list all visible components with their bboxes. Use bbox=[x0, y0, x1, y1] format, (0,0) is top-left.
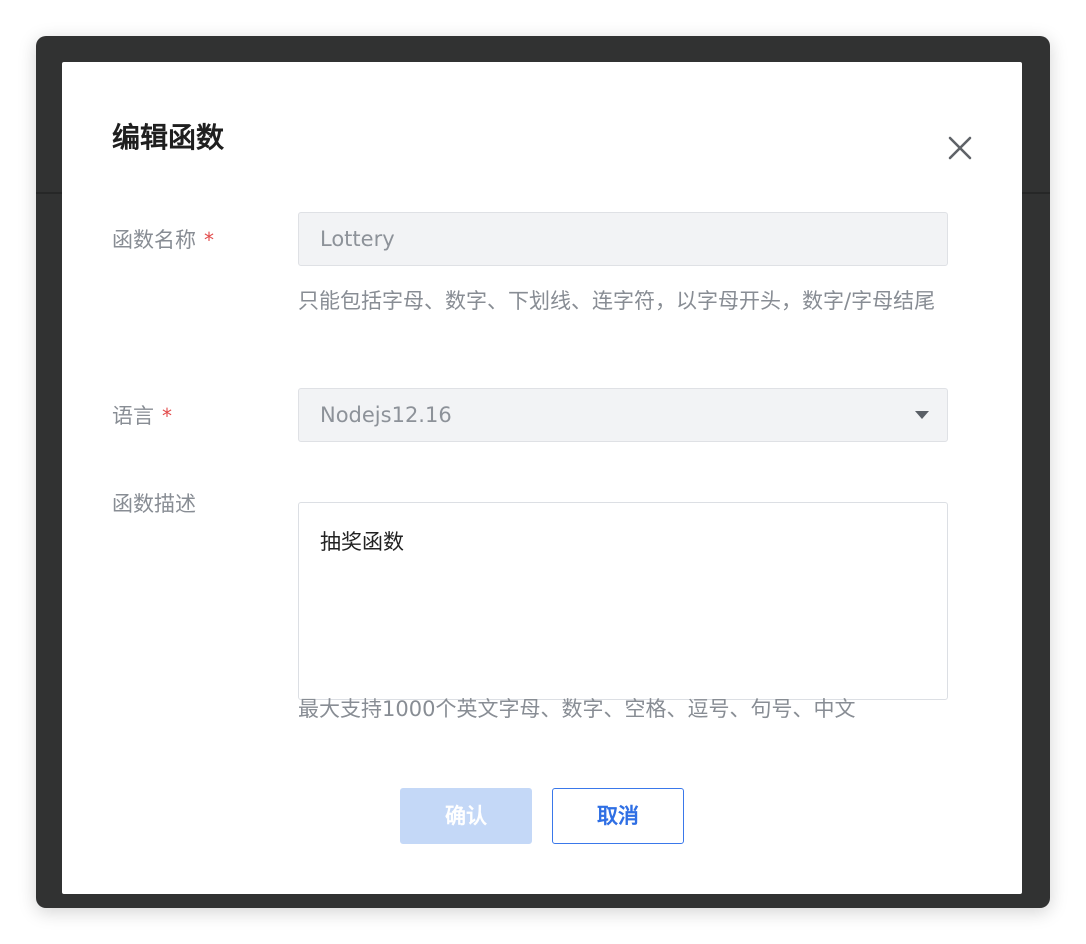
close-button[interactable] bbox=[940, 128, 980, 168]
caret-down-icon bbox=[915, 411, 929, 419]
description-textarea[interactable]: 抽奖函数 bbox=[298, 502, 948, 700]
language-select[interactable]: Nodejs12.16 bbox=[298, 388, 948, 442]
language-label: 语言 * bbox=[112, 402, 172, 430]
edit-function-dialog: 编辑函数 函数名称 * Lottery 只能包括字母、数字、下划线、连字符，以字母… bbox=[62, 62, 1022, 894]
cancel-button[interactable]: 取消 bbox=[552, 788, 684, 844]
dialog-title: 编辑函数 bbox=[112, 121, 225, 154]
app-window: 编辑函数 函数名称 * Lottery 只能包括字母、数字、下划线、连字符，以字母… bbox=[36, 36, 1050, 908]
close-icon bbox=[948, 136, 972, 160]
function-name-input[interactable]: Lottery bbox=[298, 212, 948, 266]
language-label-text: 语言 bbox=[112, 404, 154, 428]
description-hint: 最大支持1000个英文字母、数字、空格、逗号、句号、中文 bbox=[298, 697, 856, 721]
description-label: 函数描述 bbox=[112, 492, 196, 516]
description-value: 抽奖函数 bbox=[320, 530, 404, 554]
confirm-button[interactable]: 确认 bbox=[400, 788, 532, 844]
function-name-hint: 只能包括字母、数字、下划线、连字符，以字母开头，数字/字母结尾 bbox=[298, 289, 936, 313]
language-value: Nodejs12.16 bbox=[320, 403, 452, 427]
function-name-value: Lottery bbox=[320, 227, 395, 251]
function-name-label-text: 函数名称 bbox=[112, 228, 196, 252]
required-mark: * bbox=[162, 404, 172, 428]
required-mark: * bbox=[204, 228, 214, 252]
function-name-label: 函数名称 * bbox=[112, 226, 214, 254]
